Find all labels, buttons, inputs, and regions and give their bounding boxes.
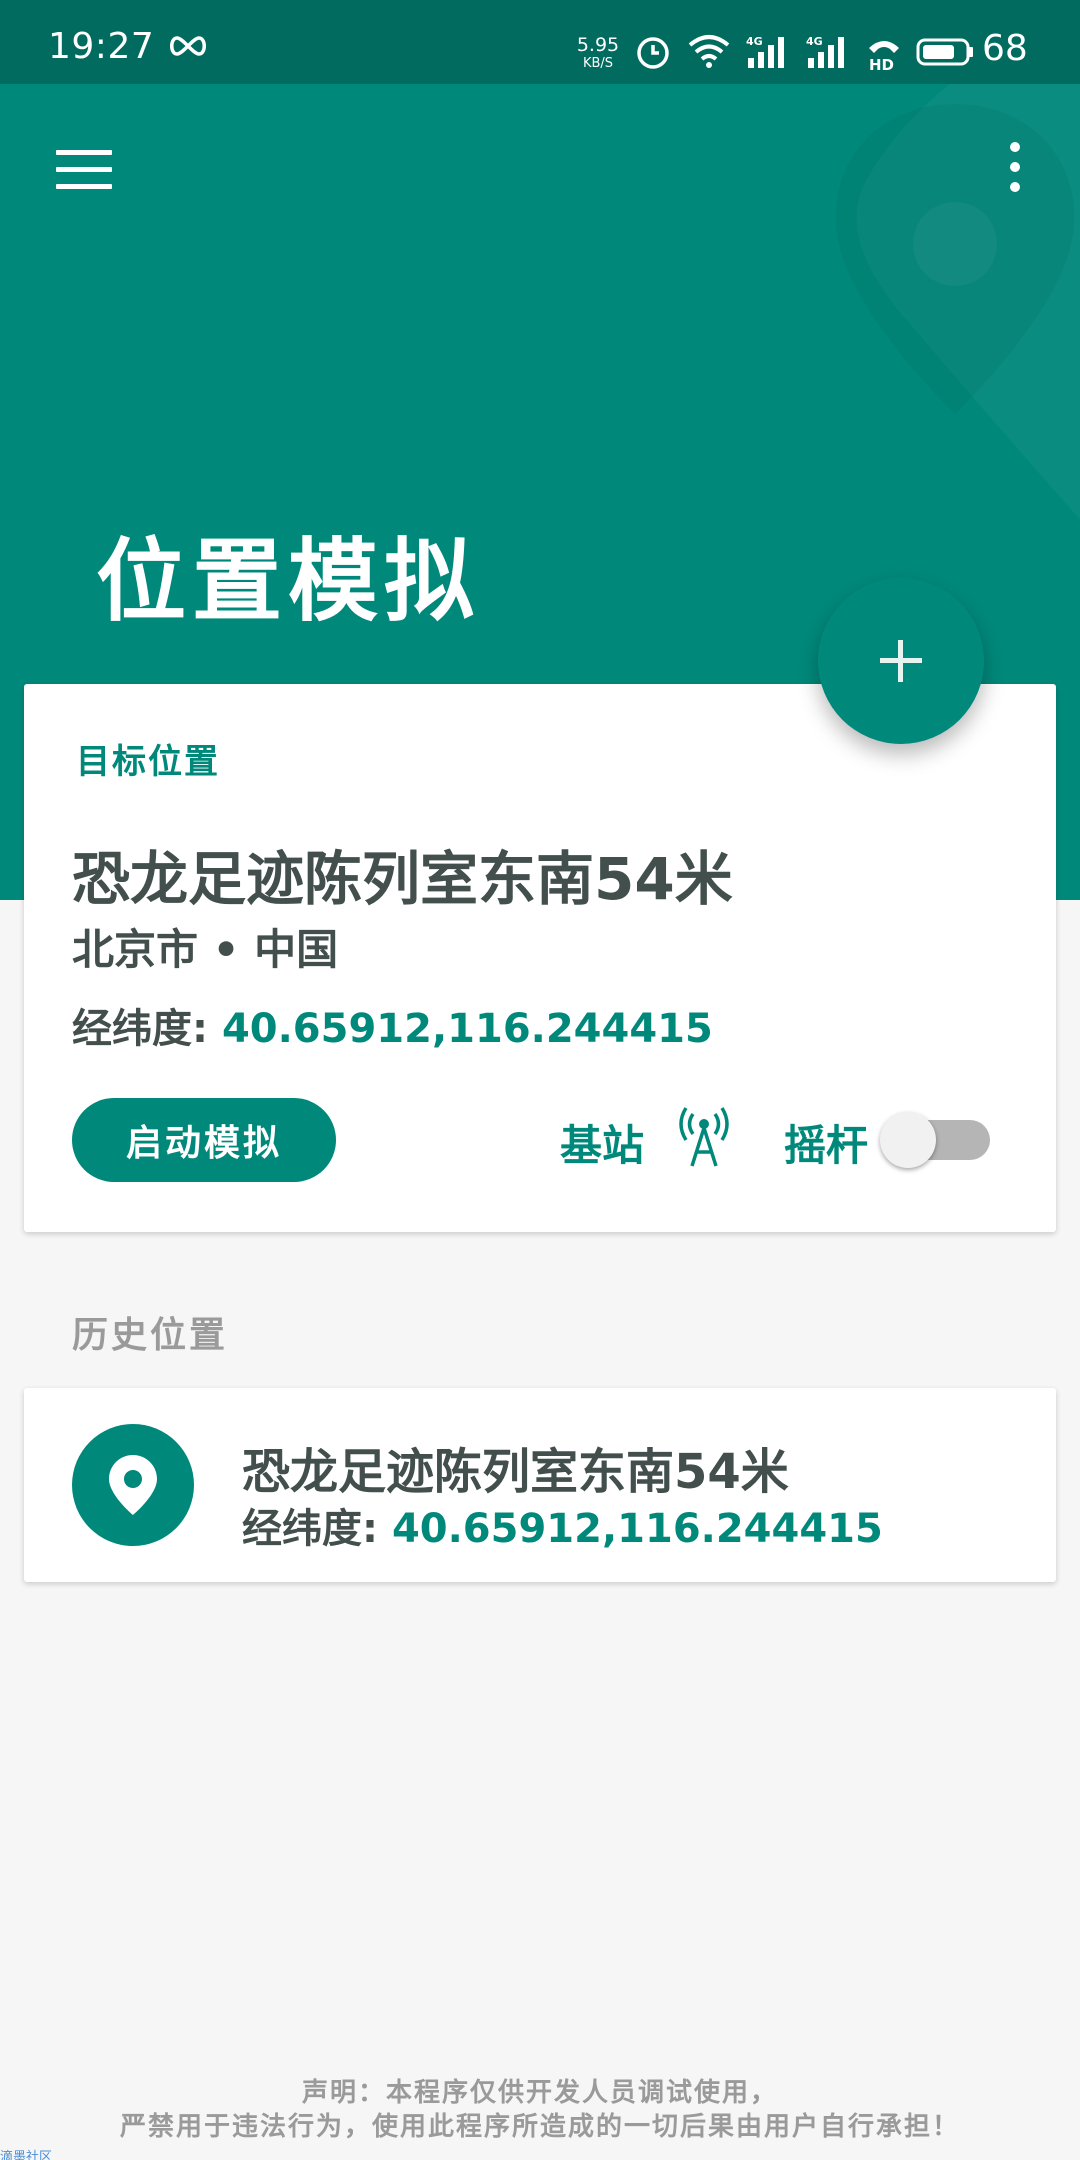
community-watermark: 滴墨社区 (0, 2150, 53, 2160)
location-pin-icon (109, 1455, 157, 1515)
net-speed-value: 5.95 (576, 34, 620, 56)
more-vert-icon (1010, 142, 1020, 152)
history-list-item[interactable]: 恐龙足迹陈列室东南54米 经纬度: 40.65912,116.244415 (24, 1388, 1056, 1582)
coordinates-label: 经纬度: (242, 1506, 378, 1552)
add-location-button[interactable] (818, 578, 984, 744)
coordinates-value: 40.65912,116.244415 (391, 1506, 883, 1552)
more-vert-dot (1010, 162, 1020, 172)
history-item-coordinates: 经纬度: 40.65912,116.244415 (242, 1496, 883, 1554)
disclaimer-line-2: 严禁用于违法行为，使用此程序所造成的一切后果由用户自行承担！ (119, 2112, 960, 2142)
disclaimer-line-1: 声明：本程序仅供开发人员调试使用， (301, 2078, 778, 2108)
svg-text:HD: HD (869, 56, 894, 72)
start-simulation-button[interactable]: 启动模拟 (72, 1098, 336, 1182)
signal-4g-icon: 4G (746, 35, 784, 68)
hd-call-icon: HD (869, 41, 899, 72)
battery-level: 68 (982, 28, 1028, 69)
wifi-icon (688, 35, 730, 68)
joystick-toggle[interactable] (876, 1108, 1000, 1172)
target-section-label: 目标位置 (76, 742, 220, 782)
menu-icon-bar (56, 167, 112, 172)
app-screen: 19:27 5.95 KB/S 4G 4G HD 68 位置模拟 目标位置 恐龙… (0, 0, 1080, 2160)
more-vert-dot (1010, 182, 1020, 192)
target-location-name: 恐龙足迹陈列室东南54米 (72, 845, 733, 913)
toggle-thumb (880, 1112, 936, 1168)
menu-icon-bar (56, 184, 112, 189)
page-title: 位置模拟 (96, 529, 480, 634)
disclaimer-text: 声明：本程序仅供开发人员调试使用， 严禁用于违法行为，使用此程序所造成的一切后果… (0, 2076, 1080, 2144)
history-item-avatar (72, 1424, 194, 1546)
alarm-icon (637, 37, 669, 69)
history-section-label: 历史位置 (72, 1315, 229, 1356)
svg-text:4G: 4G (806, 35, 823, 48)
coordinates-label: 经纬度: (72, 1006, 208, 1052)
svg-text:4G: 4G (746, 35, 763, 48)
menu-icon (56, 150, 112, 155)
joystick-label: 摇杆 (784, 1121, 869, 1170)
status-bar: 19:27 5.95 KB/S 4G 4G HD 68 (0, 0, 1080, 84)
battery-icon (916, 38, 973, 66)
target-coordinates: 经纬度: 40.65912,116.244415 (72, 996, 713, 1054)
plus-icon-bar (898, 640, 903, 682)
signal-4g-icon: 4G (806, 35, 844, 68)
base-station-label[interactable]: 基站 (560, 1112, 644, 1173)
net-speed: 5.95 KB/S (572, 34, 624, 71)
antenna-icon[interactable] (676, 1106, 732, 1168)
coordinates-value: 40.65912,116.244415 (221, 1006, 713, 1052)
menu-button[interactable] (48, 140, 120, 200)
net-speed-unit: KB/S (582, 56, 614, 71)
history-item-name: 恐龙足迹陈列室东南54米 (242, 1444, 789, 1500)
target-location-card: 目标位置 恐龙足迹陈列室东南54米 北京市 • 中国 经纬度: 40.65912… (24, 684, 1056, 1232)
more-options-button[interactable] (992, 136, 1036, 200)
status-time: 19:27 (48, 26, 155, 67)
infinity-icon (170, 36, 206, 56)
target-location-region: 北京市 • 中国 (72, 925, 339, 974)
